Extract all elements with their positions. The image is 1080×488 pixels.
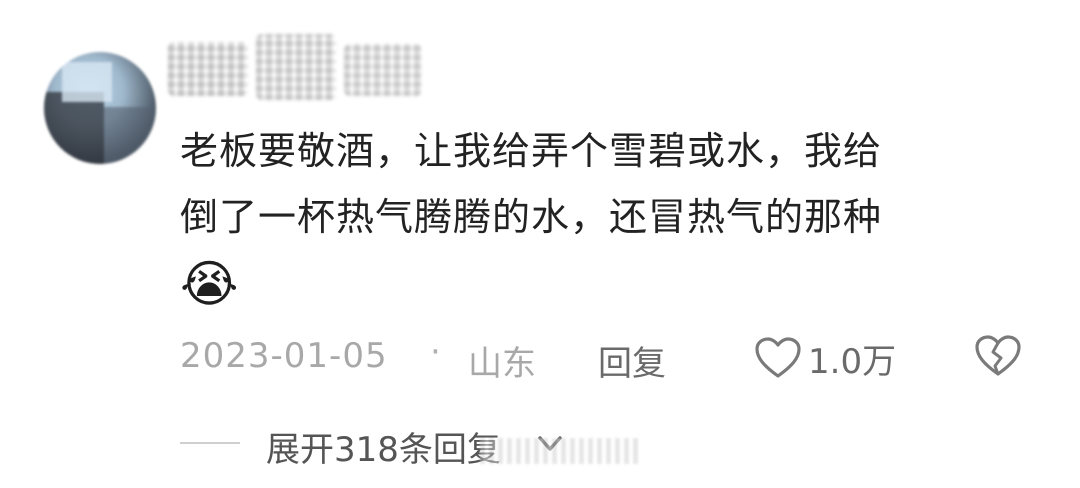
user-avatar[interactable] [44, 52, 156, 164]
like-button[interactable]: 1.0万 [754, 330, 896, 386]
meta-separator: · [430, 332, 441, 372]
comment-date: 2023-01-05 [180, 336, 388, 376]
broken-heart-icon [975, 335, 1021, 376]
username-obscured[interactable] [168, 34, 428, 106]
heart-outline-icon [755, 337, 801, 378]
dislike-button[interactable] [974, 334, 1022, 380]
comment-location: 山东 [468, 344, 536, 384]
loudly-crying-face-icon: 😭 [180, 255, 239, 313]
comment-text: 老板要敬酒，让我给弄个雪碧或水，我给 倒了一杯热气腾腾的水，还冒热气的那种 [180, 118, 1040, 250]
reply-button[interactable]: 回复 [598, 336, 666, 385]
expand-divider [180, 442, 240, 444]
comment-text-line-2: 倒了一杯热气腾腾的水，还冒热气的那种 [180, 195, 883, 239]
watermark-obscured [480, 438, 640, 464]
comment-meta-row: 2023-01-05 · 山东 回复 1.0万 [180, 330, 1040, 386]
comment-text-line-1: 老板要敬酒，让我给弄个雪碧或水，我给 [180, 129, 883, 173]
like-count: 1.0万 [808, 341, 897, 382]
expand-replies[interactable]: 展开318条回复 [180, 418, 700, 471]
expand-replies-label[interactable]: 展开318条回复 [266, 422, 501, 471]
